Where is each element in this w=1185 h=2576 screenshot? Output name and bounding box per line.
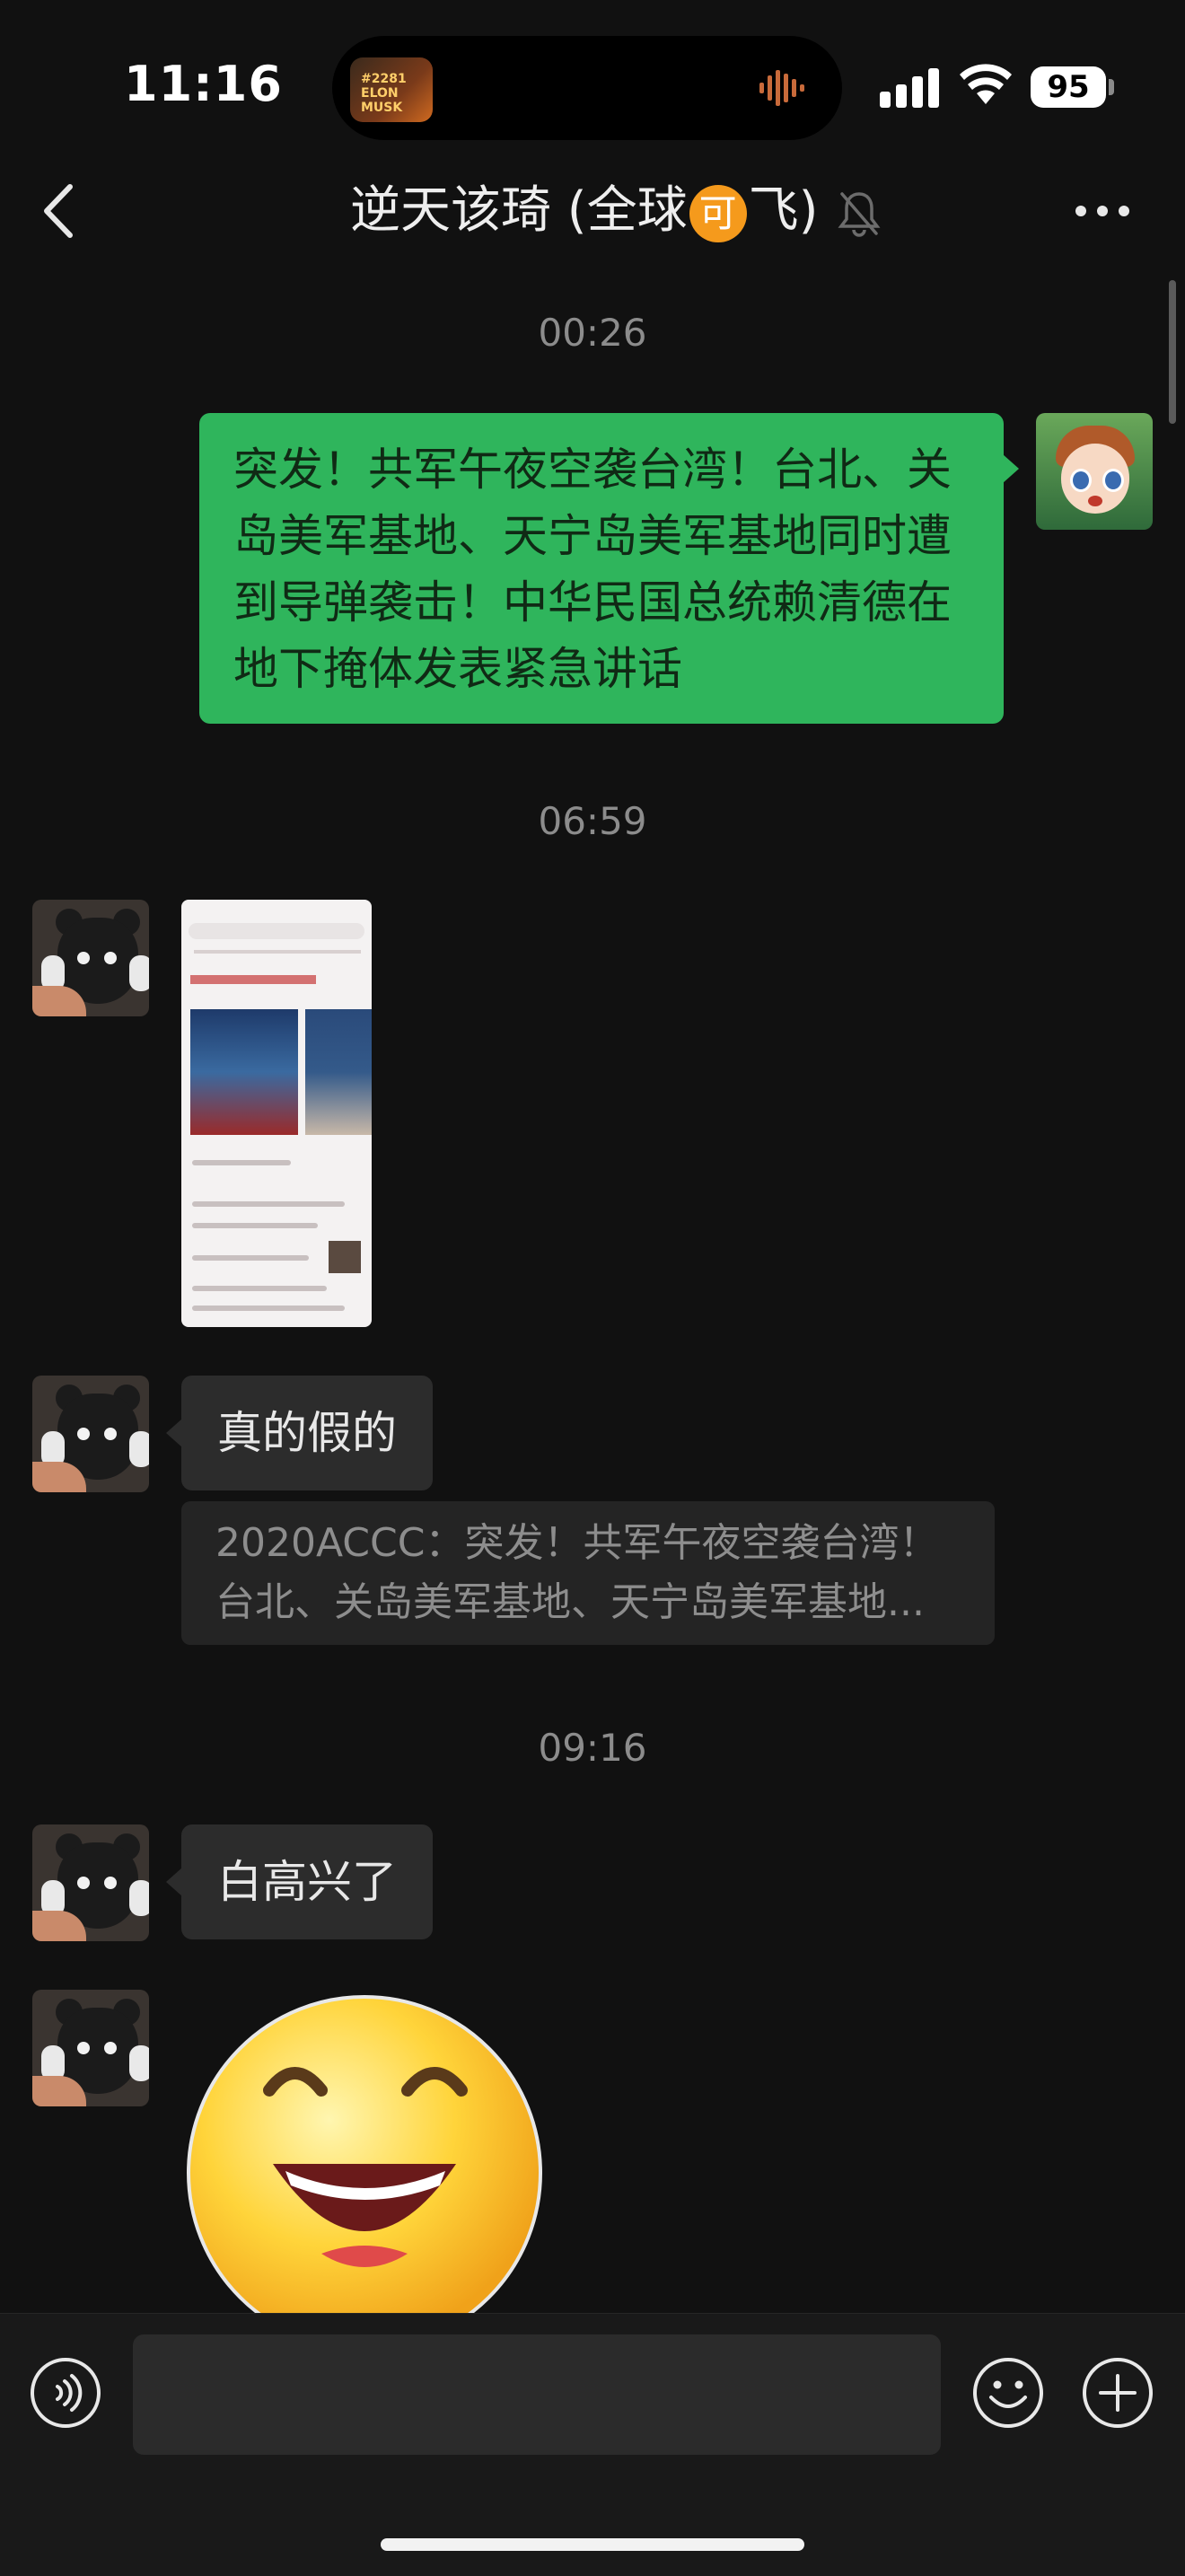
cellular-signal-icon bbox=[880, 68, 939, 108]
timestamp: 09:16 bbox=[538, 1726, 647, 1770]
chat-title: 逆天该琦 (全球可飞) bbox=[350, 180, 819, 242]
mute-bell-icon bbox=[838, 192, 881, 237]
now-playing-artwork: #2281 ELON MUSK bbox=[350, 57, 433, 122]
voice-icon[interactable] bbox=[29, 2356, 102, 2430]
message-bubble-received[interactable]: 白高兴了 bbox=[181, 1824, 433, 1939]
contact-avatar[interactable] bbox=[32, 1376, 149, 1492]
battery-indicator: 95 bbox=[1031, 66, 1106, 108]
message-bubble-received[interactable]: 真的假的 bbox=[181, 1376, 433, 1490]
dynamic-island[interactable]: #2281 ELON MUSK bbox=[332, 36, 842, 140]
image-message-thumbnail[interactable] bbox=[181, 900, 372, 1327]
back-chevron-icon[interactable] bbox=[40, 180, 75, 242]
more-dots-icon[interactable] bbox=[1074, 203, 1131, 219]
plus-icon[interactable] bbox=[1081, 2356, 1154, 2430]
battery-tip bbox=[1109, 79, 1114, 95]
chat-title-suffix: 飞) bbox=[748, 181, 819, 240]
message-bubble-sent[interactable]: 突发！共军午夜空袭台湾！台北、关岛美军基地、天宁岛美军基地同时遭到导弹袭击！中华… bbox=[199, 413, 1004, 724]
title-badge: 可 bbox=[689, 184, 747, 242]
home-indicator[interactable] bbox=[381, 2538, 804, 2551]
contact-avatar[interactable] bbox=[32, 1990, 149, 2106]
message-input[interactable] bbox=[133, 2334, 941, 2455]
bubble-tail bbox=[166, 1419, 182, 1447]
status-time: 11:16 bbox=[124, 56, 283, 112]
timestamp: 00:26 bbox=[538, 311, 647, 355]
quoted-message[interactable]: 2020ACCC：突发！共军午夜空袭台湾！台北、关岛美军基地、天宁岛美军基地..… bbox=[181, 1501, 995, 1645]
quoted-message-text: 2020ACCC：突发！共军午夜空袭台湾！台北、关岛美军基地、天宁岛美军基地..… bbox=[215, 1520, 939, 1625]
contact-avatar[interactable] bbox=[32, 1824, 149, 1941]
audio-waveform-icon bbox=[759, 70, 804, 106]
laughing-face-emoji[interactable] bbox=[187, 1993, 542, 2325]
emoji-icon[interactable] bbox=[971, 2356, 1045, 2430]
wifi-icon bbox=[960, 64, 1012, 104]
contact-avatar[interactable] bbox=[32, 900, 149, 1016]
chat-title-text: 逆天该琦 (全球 bbox=[350, 181, 688, 240]
my-avatar[interactable] bbox=[1036, 413, 1153, 530]
bubble-tail bbox=[1003, 454, 1019, 483]
bubble-tail bbox=[166, 1868, 182, 1896]
timestamp: 06:59 bbox=[538, 799, 647, 843]
